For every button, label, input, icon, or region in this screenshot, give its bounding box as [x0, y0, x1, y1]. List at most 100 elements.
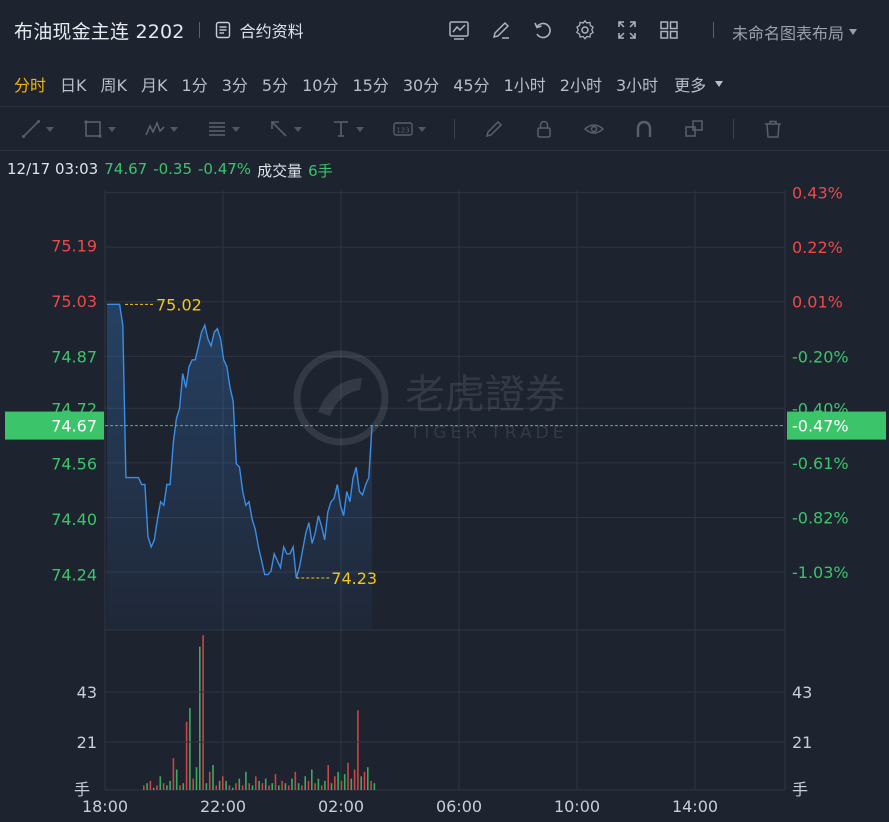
time-tick: 18:00 — [82, 797, 128, 816]
volume-bar — [189, 708, 191, 790]
time-tick: 22:00 — [200, 797, 246, 816]
volume-bar — [357, 710, 359, 790]
volume-bar — [353, 769, 356, 790]
volume-bar — [172, 758, 175, 790]
volume-bar — [218, 780, 221, 790]
quote-change: -0.35 — [153, 160, 192, 178]
price-tick-left: 74.56 — [51, 455, 97, 474]
volume-bar — [350, 778, 353, 790]
period-tab-11[interactable]: 1小时 — [504, 72, 546, 96]
volume-bar — [258, 780, 260, 790]
layout-selector[interactable]: 未命名图表布局 — [732, 20, 858, 44]
period-tab-4[interactable]: 1分 — [182, 72, 208, 96]
volume-bar — [324, 780, 326, 790]
volume-bar — [330, 783, 333, 790]
pen-icon[interactable] — [483, 118, 505, 140]
settings-icon[interactable] — [572, 17, 598, 43]
volume-bar — [314, 783, 316, 790]
volume-bar — [294, 771, 297, 790]
volume-bar — [195, 767, 198, 790]
fib-tool-icon[interactable] — [206, 118, 240, 140]
volume-bar — [215, 785, 218, 790]
volume-bar — [343, 774, 346, 790]
layers-icon[interactable] — [683, 118, 705, 140]
document-icon — [215, 21, 230, 39]
quote-change-pct: -0.47% — [198, 160, 252, 178]
period-tab-8[interactable]: 15分 — [352, 72, 388, 96]
volume-bar — [284, 783, 287, 790]
pct-tick-right: -1.03% — [792, 563, 849, 582]
pct-tick-right: 0.43% — [792, 184, 843, 203]
period-tab-6[interactable]: 5分 — [262, 72, 288, 96]
chart-style-icon[interactable] — [446, 17, 472, 43]
volume-bar — [268, 785, 270, 790]
price-tick-left: 74.24 — [51, 566, 97, 585]
edit-icon[interactable] — [488, 17, 514, 43]
watermark-text-cn: 老虎證券 — [405, 372, 565, 418]
wave-tool-icon[interactable] — [144, 118, 178, 140]
rectangle-tool-icon[interactable] — [82, 118, 116, 140]
volume-bar — [304, 776, 306, 790]
intraday-chart[interactable]: 老虎證券TIGER TRADE75.0274.2375.1975.0374.87… — [0, 180, 889, 822]
period-tab-12[interactable]: 2小时 — [560, 72, 602, 96]
period-tab-7[interactable]: 10分 — [302, 72, 338, 96]
divider — [198, 22, 200, 38]
contract-info-button[interactable]: 合约资料 — [214, 18, 304, 42]
volume-value: 6手 — [308, 162, 333, 180]
volume-bar — [255, 776, 257, 790]
lock-icon[interactable] — [533, 118, 555, 140]
volume-bar — [205, 783, 208, 790]
period-tab-9[interactable]: 30分 — [403, 72, 439, 96]
volume-bar — [149, 780, 152, 790]
volume-bar — [264, 778, 267, 790]
time-tick: 10:00 — [554, 797, 600, 816]
current-price-label: 74.67 — [51, 417, 97, 436]
grid-layout-icon[interactable] — [656, 17, 682, 43]
price-tick-left: 74.87 — [51, 347, 97, 366]
magnet-icon[interactable] — [633, 118, 655, 140]
period-tab-0[interactable]: 分时 — [14, 72, 46, 96]
divider — [713, 22, 714, 38]
pct-tick-right: -0.82% — [792, 508, 849, 527]
chevron-down-icon[interactable] — [714, 80, 724, 88]
volume-bar — [235, 783, 237, 790]
period-tabs: 分时 日K 周K 月K 1分 3分 5分 10分 15分 30分 45分 1小时 2小时 3小时 更多 — [0, 62, 889, 106]
refresh-icon[interactable] — [530, 17, 556, 43]
volume-bar — [166, 785, 168, 790]
period-tab-3[interactable]: 月K — [141, 72, 168, 96]
eye-icon[interactable] — [583, 118, 605, 140]
line-tool-icon[interactable] — [20, 118, 54, 140]
volume-bar — [212, 765, 214, 790]
volume-bar — [245, 771, 247, 790]
volume-bar — [274, 774, 277, 790]
arrow-tool-icon[interactable] — [268, 118, 302, 140]
volume-bar — [370, 780, 372, 790]
volume-bar — [271, 783, 273, 790]
divider — [733, 119, 734, 139]
period-tab-2[interactable]: 周K — [101, 72, 128, 96]
period-tab-5[interactable]: 3分 — [222, 72, 248, 96]
price-tick-left: 75.19 — [51, 236, 97, 255]
period-tab-14[interactable]: 更多 — [674, 72, 706, 96]
volume-bar — [317, 778, 320, 790]
low-label: 74.23 — [331, 569, 377, 588]
text-tool-icon[interactable] — [330, 118, 364, 140]
volume-tick-right: 43 — [792, 683, 812, 702]
period-tab-13[interactable]: 3小时 — [616, 72, 658, 96]
layout-name-label: 未命名图表布局 — [732, 24, 845, 43]
volume-bar — [182, 783, 185, 790]
volume-bar — [360, 776, 362, 790]
chevron-down-icon — [849, 29, 858, 35]
volume-bar — [175, 769, 178, 790]
divider — [454, 119, 455, 139]
volume-bar — [231, 787, 234, 790]
divider — [0, 150, 889, 151]
number-tool-icon[interactable]: 123 — [392, 118, 426, 140]
volume-bar — [152, 787, 155, 790]
period-tab-1[interactable]: 日K — [60, 72, 87, 96]
fullscreen-icon[interactable] — [614, 17, 640, 43]
trash-icon[interactable] — [762, 118, 784, 140]
period-tab-10[interactable]: 45分 — [453, 72, 489, 96]
quote-price: 74.67 — [104, 160, 148, 178]
instrument-title: 布油现金主连 2202 — [14, 20, 185, 43]
